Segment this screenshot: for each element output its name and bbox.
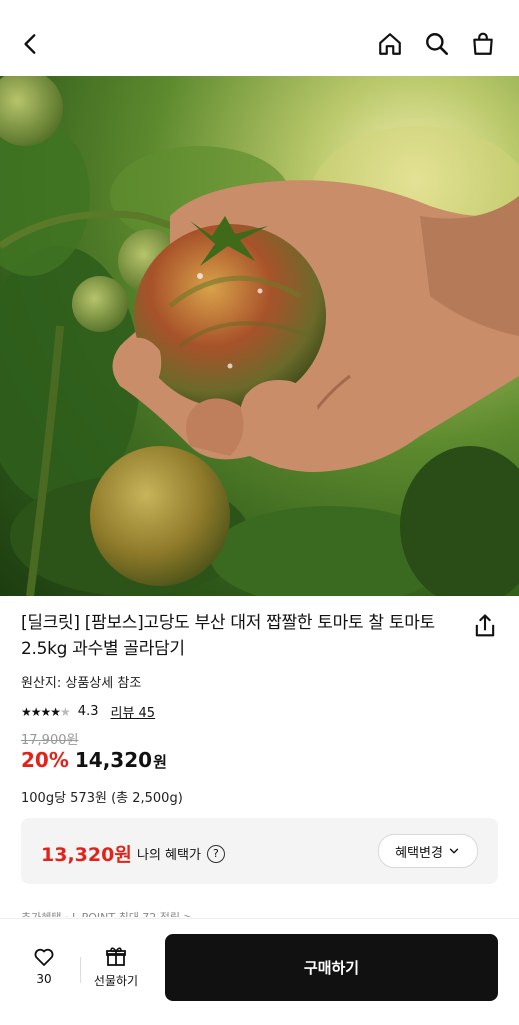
gift-label: 선물하기 <box>93 974 139 988</box>
review-link[interactable]: 리뷰 45 <box>110 702 155 721</box>
tomato-photo-illustration <box>0 76 519 596</box>
discount-rate: 20% <box>21 748 69 772</box>
original-price: 17,900원 <box>21 733 79 748</box>
back-button[interactable] <box>13 26 49 62</box>
buy-button[interactable]: 구매하기 <box>165 934 498 1001</box>
change-benefit-label: 혜택변경 <box>395 845 443 861</box>
unit-price: 100g당 573원 (총 2,500g) <box>21 791 183 806</box>
benefit-box: 13,320원 나의 혜택가 ? 혜택변경 <box>21 818 498 884</box>
heart-icon <box>34 948 54 966</box>
like-count: 30 <box>36 972 52 986</box>
chevron-down-icon <box>449 848 459 854</box>
change-benefit-button[interactable]: 혜택변경 <box>378 834 478 868</box>
rating-row: ★★★★★ 4.3 리뷰 45 <box>21 702 155 721</box>
price-unit: 원 <box>153 753 167 771</box>
product-title: [딜크릿] [팜보스]고당도 부산 대저 짭짤한 토마토 찰 토마토 2.5kg… <box>21 613 435 659</box>
search-icon <box>426 33 449 56</box>
shopping-bag-icon <box>473 32 493 55</box>
benefit-label: 나의 혜택가 <box>137 848 201 863</box>
benefit-price: 13,320원 <box>41 844 132 866</box>
gift-button[interactable]: 선물하기 <box>89 945 143 989</box>
cart-button[interactable] <box>465 26 501 62</box>
bottom-action-bar: 30 선물하기 구매하기 <box>0 918 519 1025</box>
like-button[interactable]: 30 <box>26 945 62 986</box>
home-icon <box>379 33 401 55</box>
price-row: 20% 14,320 원 <box>21 748 167 772</box>
gift-icon <box>106 947 126 966</box>
benefit-label-row: 나의 혜택가 ? <box>137 844 225 863</box>
star-rating-icons: ★★★★★ <box>21 704 71 719</box>
search-button[interactable] <box>419 26 455 62</box>
home-button[interactable] <box>372 26 408 62</box>
share-button[interactable] <box>471 612 499 640</box>
sale-price: 14,320 <box>74 748 153 772</box>
product-image[interactable] <box>0 76 519 596</box>
divider <box>80 957 81 983</box>
share-icon <box>475 614 495 637</box>
origin-text: 원산지: 상품상세 참조 <box>21 676 142 691</box>
rating-score: 4.3 <box>77 704 99 719</box>
extra-benefit-peek: 추가혜택 · L.POINT 최대 72 적립 > <box>21 909 193 917</box>
top-bar <box>0 0 519 76</box>
half-star-icon: ★ <box>60 704 71 719</box>
chevron-left-icon <box>24 34 36 54</box>
help-icon[interactable]: ? <box>206 844 225 863</box>
